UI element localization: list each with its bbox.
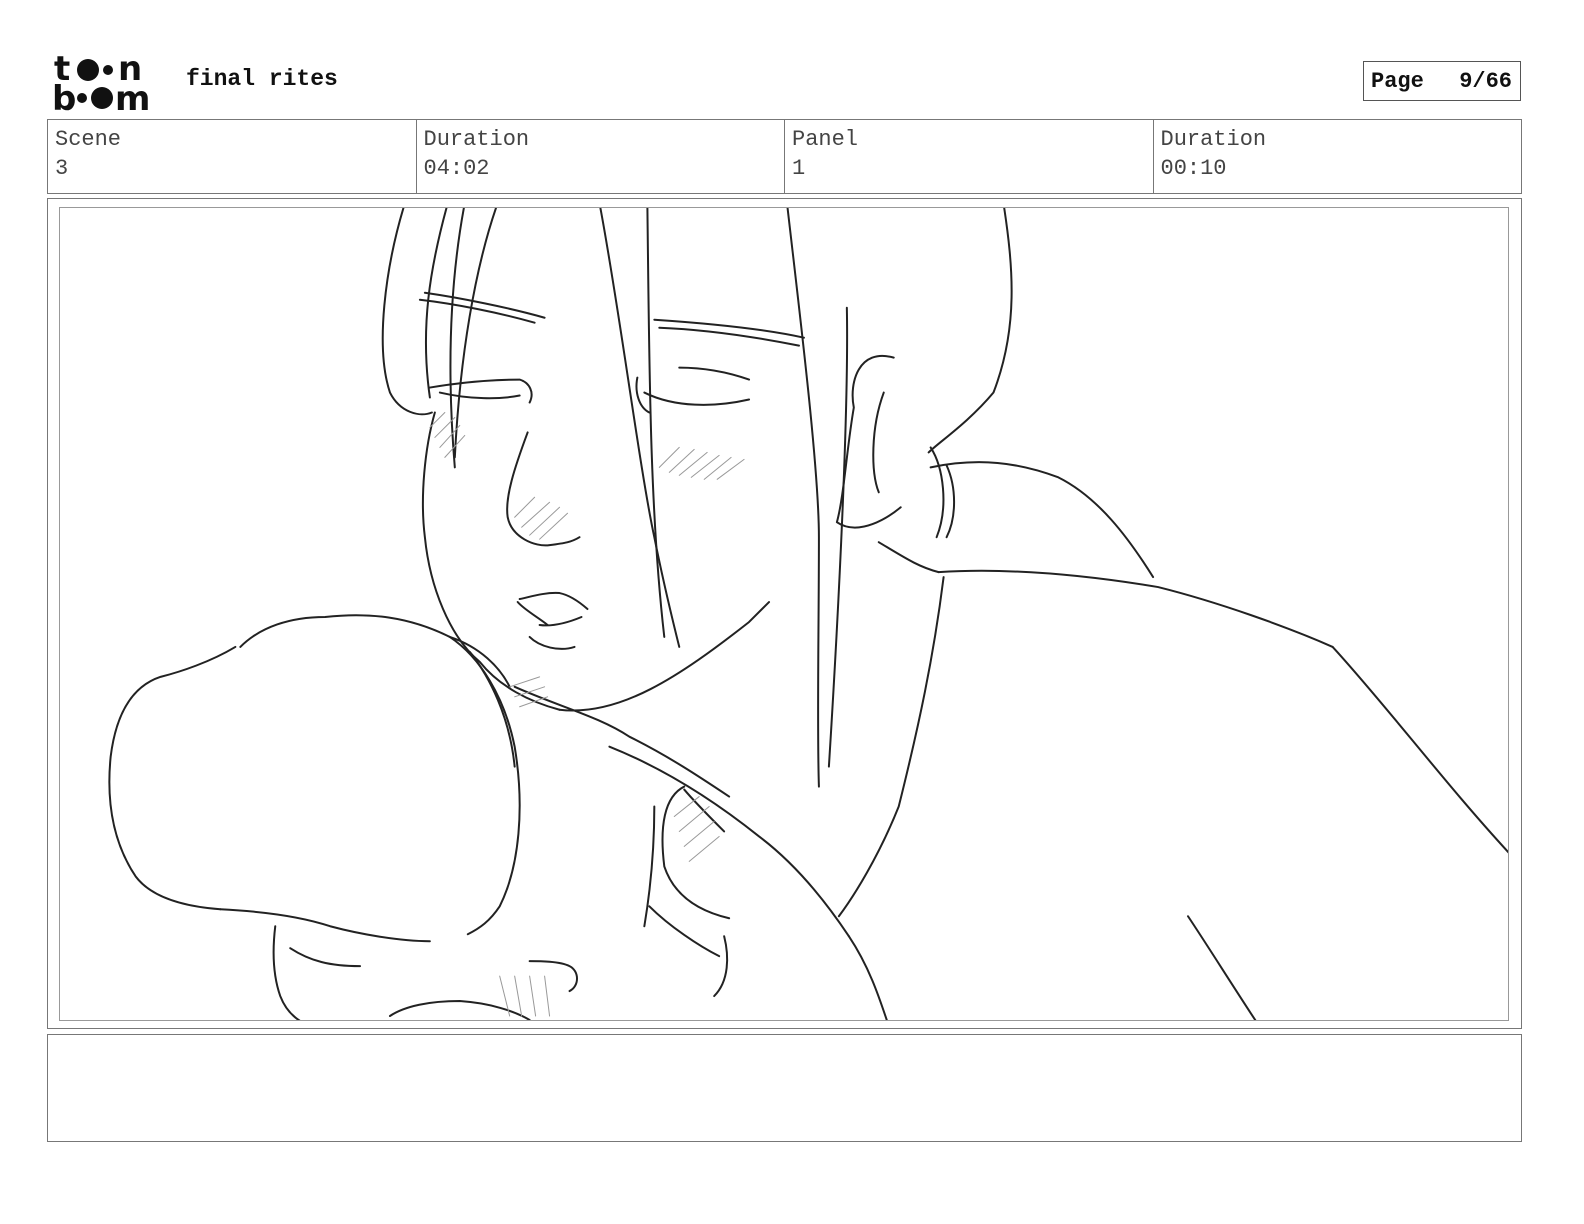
panel-value: 1 <box>792 156 806 181</box>
panel-duration-value: 00:10 <box>1160 156 1227 181</box>
panel-label: Panel <box>792 127 859 152</box>
panel-duration-label: Duration <box>1160 127 1267 152</box>
svg-text:m: m <box>115 79 150 112</box>
scene-duration-cell: Duration 04:02 <box>417 120 785 193</box>
scene-value: 3 <box>55 156 69 181</box>
panel-image-area <box>59 207 1509 1021</box>
panel-duration-cell: Duration 00:10 <box>1154 120 1522 193</box>
page-label: Page <box>1371 68 1424 94</box>
scene-duration-label: Duration <box>423 127 530 152</box>
svg-text:b: b <box>52 79 76 112</box>
scene-label: Scene <box>55 127 122 152</box>
page-indicator: Page 9/66 <box>1363 61 1521 101</box>
panel-info-row: Scene 3 Duration 04:02 Panel 1 Duration … <box>47 119 1522 194</box>
panel-cell: Panel 1 <box>785 120 1154 193</box>
toonboom-logo: t n b m <box>52 50 150 112</box>
project-title: final rites <box>186 66 338 92</box>
page-number: 9/66 <box>1459 68 1512 94</box>
scene-cell: Scene 3 <box>48 120 417 193</box>
storyboard-sketch <box>108 208 1508 1020</box>
scene-duration-value: 04:02 <box>423 156 490 181</box>
panel-caption-box <box>47 1034 1522 1142</box>
